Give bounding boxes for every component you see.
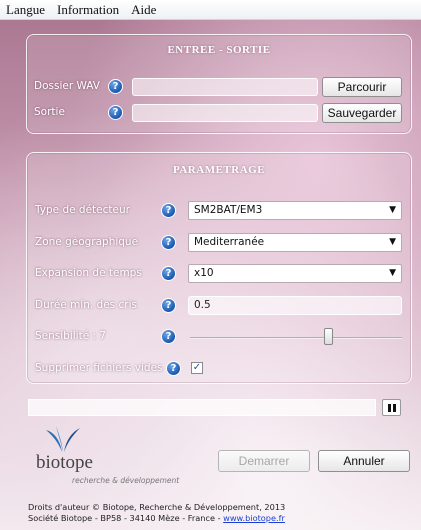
save-button[interactable]: Sauvegarder [322, 103, 402, 123]
progress-bar [28, 399, 376, 416]
chevron-down-icon: ▼ [389, 205, 396, 215]
chevron-down-icon: ▼ [389, 237, 396, 247]
logo-text: biotope [36, 452, 93, 473]
expansion-select-value: x10 [194, 267, 214, 279]
browse-button[interactable]: Parcourir [322, 77, 402, 97]
logo-subtitle: recherche & développement [72, 476, 180, 485]
sortie-help-icon[interactable]: ? [108, 105, 123, 120]
duree-help-icon[interactable]: ? [161, 298, 176, 313]
sortie-field[interactable] [132, 104, 318, 122]
wav-folder-label: Dossier WAV [34, 80, 100, 92]
menu-bar: Langue Information Aide [0, 0, 421, 20]
expansion-label: Expansion de temps [35, 267, 142, 279]
detector-select-value: SM2BAT/EM3 [194, 204, 263, 216]
expansion-select[interactable]: x10 ▼ [188, 264, 402, 283]
supprimer-help-icon[interactable]: ? [166, 361, 181, 376]
duree-input[interactable]: 0.5 [188, 296, 402, 315]
duree-label: Durée min. des cris [35, 299, 137, 311]
detector-select[interactable]: SM2BAT/EM3 ▼ [188, 201, 402, 220]
supprimer-checkbox[interactable]: ✓ [191, 362, 203, 374]
io-panel-title: ENTREE - SORTIE [167, 44, 271, 56]
sensibilite-help-icon[interactable]: ? [161, 329, 176, 344]
copyright-text: Droits d'auteur © Biotope, Recherche & D… [28, 502, 285, 524]
menu-aide[interactable]: Aide [131, 2, 156, 18]
sensibilite-label: Sensibilité : 7 [35, 330, 107, 342]
pause-icon [392, 403, 396, 412]
sortie-label: Sortie [34, 106, 65, 118]
sensibilite-slider-thumb[interactable] [324, 328, 333, 345]
detector-help-icon[interactable]: ? [161, 203, 176, 218]
start-button[interactable]: Demarrer [218, 450, 310, 472]
website-link[interactable]: www.biotope.fr [223, 513, 285, 523]
menu-information[interactable]: Information [57, 2, 119, 18]
copyright-line-2: Société Biotope - BP58 - 34140 Mèze - Fr… [28, 513, 285, 524]
menu-langue[interactable]: Langue [6, 2, 45, 18]
wav-folder-field[interactable] [132, 78, 318, 96]
pause-button[interactable] [382, 399, 401, 416]
zone-select-value: Mediterranée [194, 236, 265, 248]
cancel-button[interactable]: Annuler [318, 450, 410, 472]
chevron-down-icon: ▼ [389, 268, 396, 278]
detector-label: Type de détecteur [35, 204, 130, 216]
wav-help-icon[interactable]: ? [108, 79, 123, 94]
zone-label: Zone géographique [35, 236, 139, 248]
sensibilite-slider-track[interactable] [190, 337, 402, 339]
zone-select[interactable]: Mediterranée ▼ [188, 233, 402, 252]
copyright-line-1: Droits d'auteur © Biotope, Recherche & D… [28, 502, 286, 512]
supprimer-label: Supprimer fichiers vides [35, 362, 163, 374]
pause-icon [387, 403, 391, 412]
expansion-help-icon[interactable]: ? [161, 266, 176, 281]
zone-help-icon[interactable]: ? [161, 235, 176, 250]
address-text: Société Biotope - BP58 - 34140 Mèze - Fr… [28, 513, 224, 523]
params-panel-title: PARAMETRAGE [172, 164, 266, 176]
